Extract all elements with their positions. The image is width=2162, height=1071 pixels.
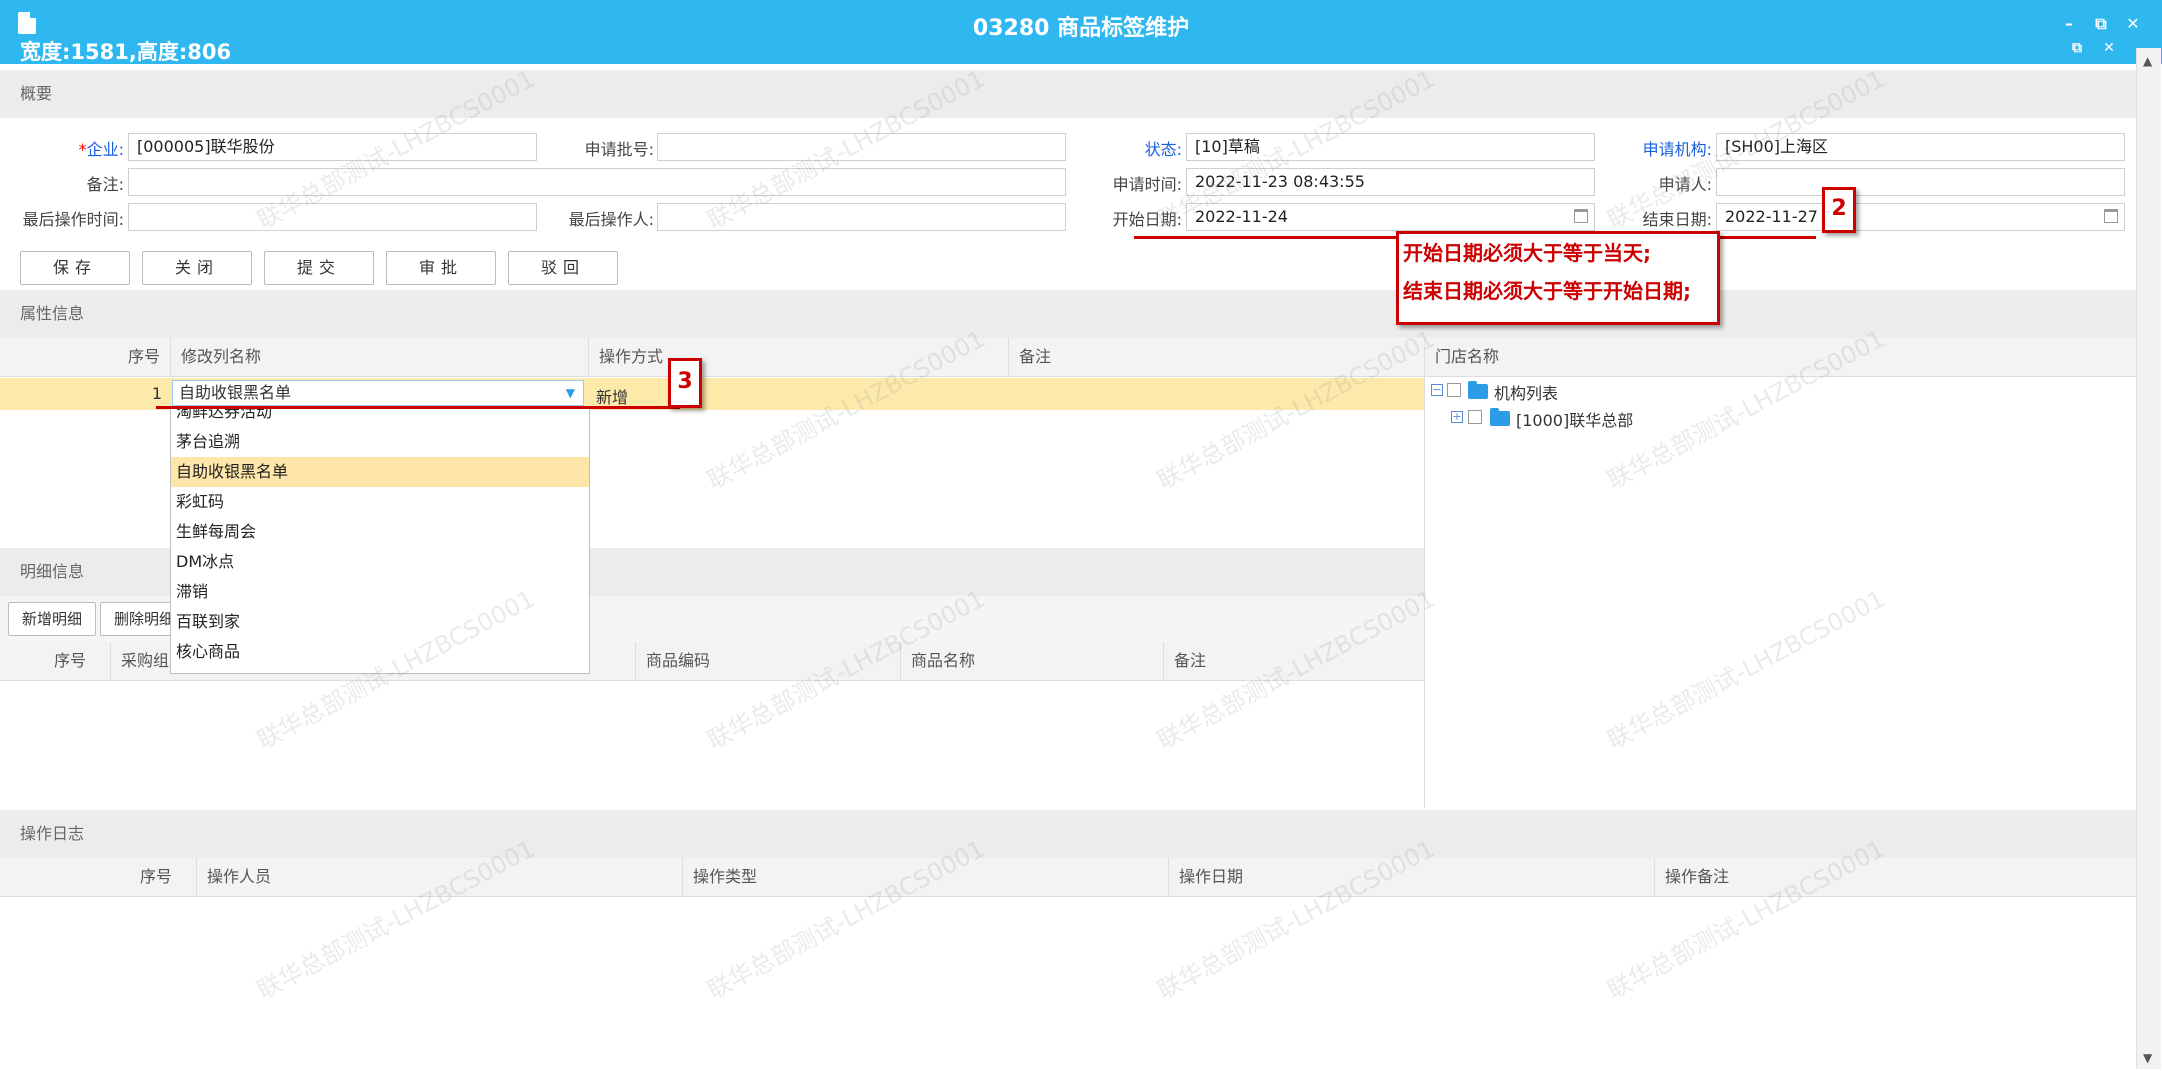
company-label: *企业: bbox=[78, 140, 124, 159]
reject-button[interactable]: 驳回 bbox=[508, 251, 618, 285]
close-form-button[interactable]: 关闭 bbox=[142, 251, 252, 285]
approve-button[interactable]: 审批 bbox=[386, 251, 496, 285]
checkbox[interactable] bbox=[1468, 410, 1482, 424]
annotation-note: 开始日期必须大于等于当天; 结束日期必须大于等于开始日期; bbox=[1396, 231, 1720, 325]
dropdown-item[interactable]: DM冰点 bbox=[171, 547, 589, 577]
annotation-note-line1: 开始日期必须大于等于当天; bbox=[1403, 241, 1651, 265]
chevron-down-icon[interactable]: ▼ bbox=[566, 381, 575, 405]
annotation-marker-2: 2 bbox=[1822, 187, 1856, 233]
log-section-header: 操作日志 bbox=[0, 810, 2136, 858]
start-date-value: 2022-11-24 bbox=[1195, 207, 1288, 226]
calendar-icon[interactable] bbox=[2104, 209, 2118, 223]
company-field[interactable]: [000005]联华股份 bbox=[128, 133, 537, 161]
last-operator-label: 最后操作人: bbox=[568, 210, 654, 229]
scroll-up-icon[interactable]: ▲ bbox=[2143, 54, 2152, 68]
log-col-type: 操作类型 bbox=[682, 858, 1168, 896]
column-name-dropdown[interactable]: 淘鲜达券活动 茅台追溯 自助收银黑名单 彩虹码 生鲜每周会 DM冰点 滞销 百联… bbox=[170, 408, 590, 674]
apply-time-label: 申请时间: bbox=[1112, 175, 1182, 194]
status-label: 状态: bbox=[1144, 140, 1182, 159]
restore-button[interactable]: ⧉ bbox=[2090, 14, 2112, 34]
remark-label: 备注: bbox=[86, 175, 124, 194]
folder-open-icon bbox=[1468, 381, 1488, 399]
window-title: 03280 商品标签维护 bbox=[972, 16, 1190, 41]
log-col-remark: 操作备注 bbox=[1654, 858, 2136, 896]
collapse-icon[interactable]: − bbox=[1431, 384, 1443, 396]
dropdown-item[interactable]: 茅台追溯 bbox=[171, 427, 589, 457]
tree-root-label[interactable]: 机构列表 bbox=[1494, 380, 1558, 404]
watermark: 联华总部测试-LHZBCS0001 bbox=[1602, 584, 1890, 755]
checkbox[interactable] bbox=[1447, 383, 1461, 397]
detail-col-remark: 备注 bbox=[1163, 642, 1424, 680]
dropdown-item[interactable]: 彩虹码 bbox=[171, 487, 589, 517]
dropdown-item[interactable]: 淘鲜达券活动 bbox=[171, 409, 589, 427]
expand-icon[interactable]: + bbox=[1451, 411, 1463, 423]
store-name-header: 门店名称 bbox=[1435, 347, 1500, 366]
overview-section-header: 概要 bbox=[0, 70, 2136, 118]
log-col-date: 操作日期 bbox=[1168, 858, 1654, 896]
calendar-icon[interactable] bbox=[1574, 209, 1588, 223]
annotation-note-line2: 结束日期必须大于等于开始日期; bbox=[1403, 279, 1691, 303]
col-index-header: 序号 bbox=[127, 347, 160, 366]
window-title-bar: 03280 商品标签维护 宽度:1581,高度:806 – ⧉ ✕ ⧉ ✕ bbox=[0, 0, 2162, 64]
applicant-label: 申请人: bbox=[1658, 175, 1712, 194]
add-detail-button[interactable]: 新增明细 bbox=[8, 602, 96, 636]
dropdown-item[interactable]: 生鲜每周会 bbox=[171, 517, 589, 547]
last-operator-field[interactable] bbox=[657, 203, 1066, 231]
folder-icon bbox=[1490, 408, 1510, 426]
status-field[interactable]: [10]草稿 bbox=[1186, 133, 1595, 161]
log-col-index: 序号 bbox=[139, 867, 172, 886]
org-label: 申请机构: bbox=[1642, 140, 1712, 159]
minimize-button[interactable]: – bbox=[2058, 14, 2080, 33]
detail-col-index: 序号 bbox=[53, 651, 86, 670]
annotation-underline-start bbox=[1134, 236, 1396, 239]
inner-restore-button[interactable]: ⧉ bbox=[2066, 40, 2088, 56]
column-name-select[interactable]: 自助收银黑名单 ▼ bbox=[172, 380, 584, 406]
panel-divider bbox=[1424, 338, 1425, 808]
attributes-section-header: 属性信息 bbox=[0, 290, 2136, 338]
detail-col-product-name: 商品名称 bbox=[900, 642, 1163, 680]
inner-close-button[interactable]: ✕ bbox=[2098, 40, 2120, 56]
annotation-marker-3: 3 bbox=[668, 358, 702, 408]
end-date-label: 结束日期: bbox=[1642, 210, 1712, 229]
submit-button[interactable]: 提交 bbox=[264, 251, 374, 285]
start-date-field[interactable]: 2022-11-24 bbox=[1186, 203, 1595, 231]
end-date-value: 2022-11-27 bbox=[1725, 207, 1818, 226]
store-grid-header: 门店名称 bbox=[1425, 338, 2136, 377]
log-grid-header: 序号 操作人员 操作类型 操作日期 操作备注 bbox=[0, 858, 2136, 897]
save-button[interactable]: 保存 bbox=[20, 251, 130, 285]
batch-field[interactable] bbox=[657, 133, 1066, 161]
tree-node-label[interactable]: [1000]联华总部 bbox=[1516, 407, 1633, 431]
remark-field[interactable] bbox=[128, 168, 1066, 196]
col-remark-header: 备注 bbox=[1008, 338, 1424, 376]
row-index: 1 bbox=[151, 384, 162, 403]
org-field[interactable]: [SH00]上海区 bbox=[1716, 133, 2125, 161]
last-time-field[interactable] bbox=[128, 203, 537, 231]
dropdown-item-selected[interactable]: 自助收银黑名单 bbox=[171, 457, 589, 487]
applicant-field[interactable] bbox=[1716, 168, 2125, 196]
col-column-name-header: 修改列名称 bbox=[170, 338, 588, 376]
detail-col-product-code: 商品编码 bbox=[635, 642, 900, 680]
dimension-readout: 宽度:1581,高度:806 bbox=[20, 40, 232, 64]
dropdown-item[interactable]: 百联到家 bbox=[171, 607, 589, 637]
scroll-down-icon[interactable]: ▼ bbox=[2143, 1051, 2152, 1065]
operation-value: 新增 bbox=[596, 388, 629, 407]
column-name-selected: 自助收银黑名单 bbox=[179, 383, 292, 402]
vertical-scrollbar[interactable]: ▲ ▼ bbox=[2136, 48, 2161, 1069]
dropdown-item[interactable]: 核心商品 bbox=[171, 637, 589, 667]
end-date-field[interactable]: 2022-11-27 bbox=[1716, 203, 2125, 231]
dropdown-item[interactable]: 滞销 bbox=[171, 577, 589, 607]
start-date-label: 开始日期: bbox=[1112, 210, 1182, 229]
batch-label: 申请批号: bbox=[584, 140, 654, 159]
log-col-operator: 操作人员 bbox=[196, 858, 682, 896]
last-time-label: 最后操作时间: bbox=[22, 210, 124, 229]
col-operation-header: 操作方式 bbox=[588, 338, 1008, 376]
apply-time-field[interactable]: 2022-11-23 08:43:55 bbox=[1186, 168, 1595, 196]
annotation-underline-row bbox=[156, 406, 680, 409]
attributes-grid-header: 序号 修改列名称 操作方式 备注 bbox=[0, 338, 1424, 377]
close-button[interactable]: ✕ bbox=[2122, 14, 2144, 33]
